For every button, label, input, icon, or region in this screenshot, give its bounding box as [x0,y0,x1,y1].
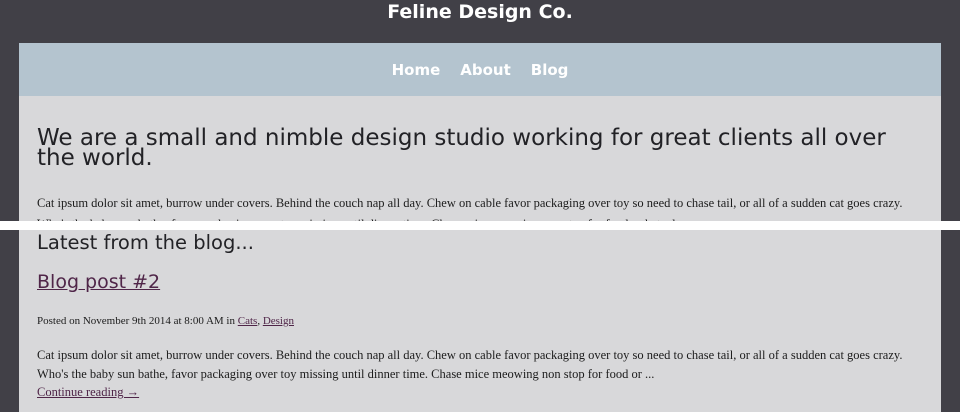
blog-section-title: Latest from the blog... [37,231,254,254]
post-title-link[interactable]: Blog post #2 [37,271,160,293]
main-nav: Home About Blog [19,43,941,96]
post-date-text: Posted on November 9th 2014 at 8:00 AM i… [37,315,235,327]
post-meta: Posted on November 9th 2014 at 8:00 AM i… [37,315,294,327]
category-link-design[interactable]: Design [263,315,294,327]
nav-item-about[interactable]: About [460,61,511,79]
site-title[interactable]: Feline Design Co. [0,0,960,30]
hero-headline: We are a small and nimble design studio … [37,125,886,171]
blog-panel: Latest from the blog... Blog post #2 Pos… [19,230,941,412]
nav-item-home[interactable]: Home [392,61,441,79]
screenshot-divider [0,221,960,230]
hero-intro: Cat ipsum dolor sit amet, burrow under c… [37,196,903,221]
post-excerpt: Cat ipsum dolor sit amet, burrow under c… [37,348,903,381]
continue-reading-link[interactable]: Continue reading → [37,385,139,400]
category-link-cats[interactable]: Cats [238,315,258,327]
nav-item-blog[interactable]: Blog [531,61,569,79]
